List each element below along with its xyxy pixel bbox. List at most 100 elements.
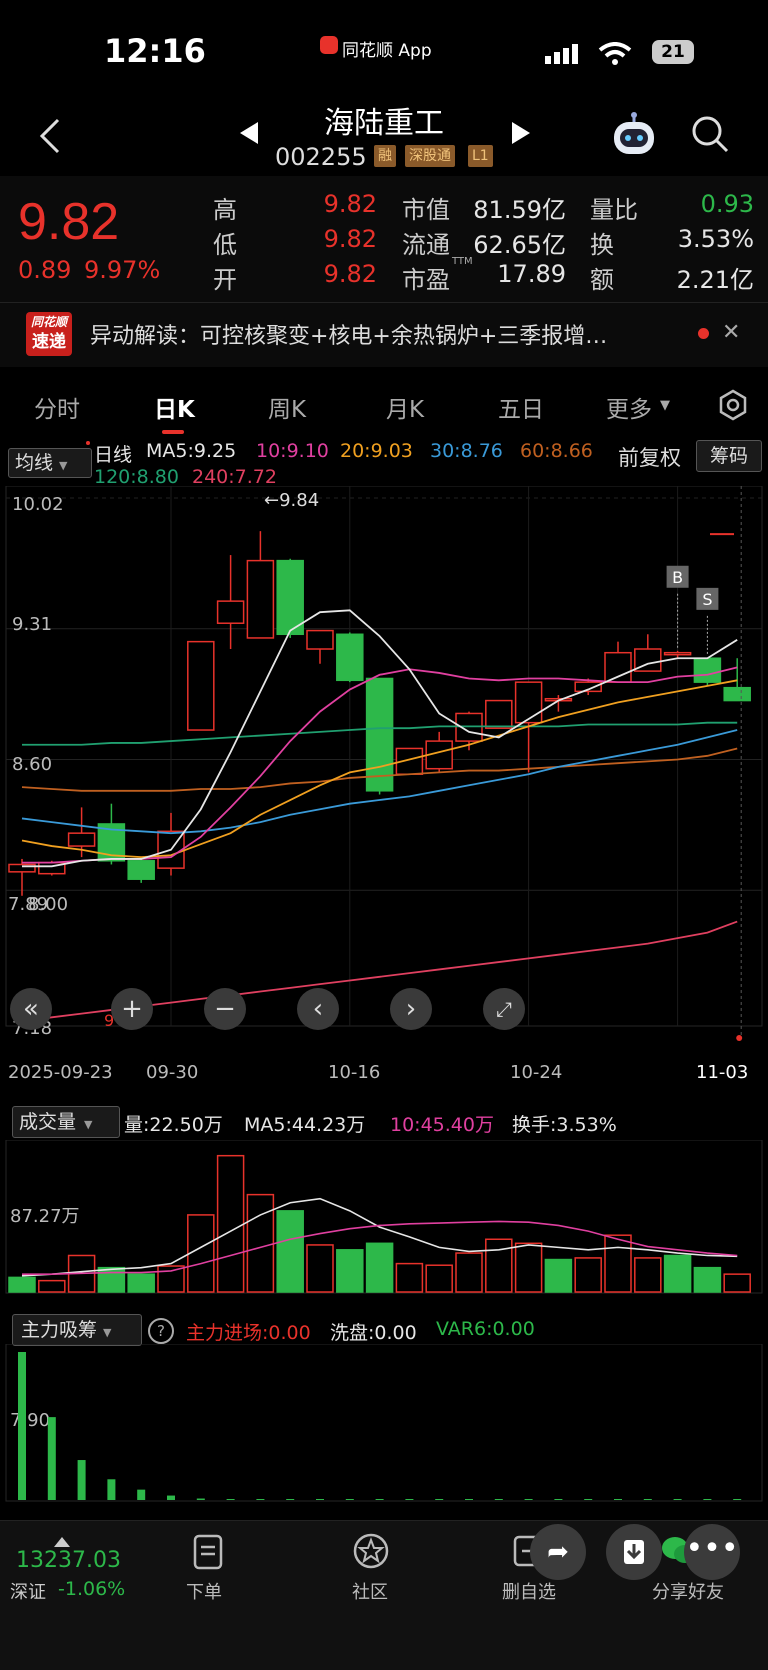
- tab-more[interactable]: 更多: [606, 390, 652, 424]
- sub-bar: [47, 1417, 56, 1500]
- volume-bar: [634, 1257, 662, 1293]
- volume-bar: [455, 1252, 483, 1293]
- date-axis-start: 2025-09-23: [8, 1062, 113, 1083]
- share-label[interactable]: 分享好友: [652, 1578, 724, 1604]
- tab-weekly-k[interactable]: 周K: [268, 390, 306, 424]
- candle-body: [693, 657, 722, 683]
- candle-body: [276, 559, 304, 636]
- volume-bar: [97, 1266, 126, 1293]
- news-badge-top: 同花顺: [30, 315, 67, 329]
- tab-monthly-k[interactable]: 月K: [386, 390, 424, 424]
- wifi-icon: [598, 42, 632, 66]
- kline-chart[interactable]: BS9: [0, 486, 768, 1046]
- date-axis-2: 09-30: [146, 1062, 199, 1083]
- price-axis-mid1: 9.31: [12, 614, 53, 635]
- candle-body: [306, 629, 334, 650]
- sub-bar: [345, 1499, 354, 1500]
- amount-value: 2.21亿: [676, 266, 754, 294]
- volume-bar: [663, 1254, 692, 1293]
- tab-timeshare[interactable]: 分时: [34, 390, 80, 424]
- sub-bar: [375, 1499, 384, 1500]
- period-label: 日线: [94, 444, 133, 466]
- chips-button[interactable]: 筹码: [696, 440, 762, 472]
- candle-body: [485, 699, 513, 729]
- sub-indicator-label: 主力吸筹: [21, 1319, 98, 1341]
- max-price-label: ←9.84: [264, 490, 320, 511]
- chevron-down-icon: ▼: [103, 1326, 112, 1339]
- sub-frame: [5, 1344, 763, 1502]
- price-axis-low: 8.00: [28, 894, 69, 915]
- candle-body: [127, 860, 155, 880]
- indicator-select[interactable]: 均线 ▼: [8, 448, 92, 478]
- volume-value: 量:22.50万: [124, 1114, 223, 1136]
- expand-up-icon[interactable]: [54, 1532, 70, 1547]
- open-value: 9.82: [323, 260, 377, 288]
- candle-body: [216, 600, 245, 624]
- index-value[interactable]: 13237.03: [16, 1548, 121, 1573]
- download-icon[interactable]: [606, 1524, 662, 1580]
- community-label[interactable]: 社区: [352, 1578, 388, 1604]
- volume-indicator-select[interactable]: 成交量 ▼: [12, 1106, 120, 1138]
- close-icon[interactable]: ✕: [722, 320, 740, 345]
- robot-assistant-icon[interactable]: [610, 112, 658, 158]
- news-badge-bottom: 速递: [32, 332, 66, 352]
- order-icon[interactable]: [192, 1534, 226, 1572]
- buy-marker-label: B: [672, 568, 683, 587]
- tab-daily-k[interactable]: 日K: [154, 390, 195, 424]
- scroll-left-icon[interactable]: ‹: [297, 988, 339, 1030]
- volume-bar: [574, 1257, 602, 1293]
- tab-five-day[interactable]: 五日: [498, 390, 544, 424]
- tag-level: L1: [468, 145, 493, 167]
- volume-ma5: MA5:44.23万: [244, 1114, 366, 1136]
- zoom-out-icon[interactable]: −: [204, 988, 246, 1030]
- mcap-label: 市值: [402, 196, 450, 224]
- order-label[interactable]: 下单: [186, 1578, 222, 1604]
- zoom-in-icon[interactable]: +: [111, 988, 153, 1030]
- sub-indicator-select[interactable]: 主力吸筹 ▼: [12, 1314, 142, 1346]
- sub-bar: [226, 1499, 235, 1500]
- price-change: 0.89: [18, 256, 72, 284]
- ma10-label: 10:9.10: [256, 440, 329, 462]
- remove-fav-label[interactable]: 删自选: [502, 1578, 556, 1604]
- candle-body: [187, 640, 215, 731]
- sub-bar: [524, 1499, 533, 1500]
- volume-bar: [276, 1210, 304, 1293]
- sub-bar: [643, 1499, 652, 1500]
- next-stock-icon[interactable]: [510, 120, 532, 146]
- sub-indicator-chart[interactable]: [0, 1344, 768, 1504]
- community-icon[interactable]: [352, 1532, 390, 1570]
- index-name: 深证: [10, 1582, 46, 1603]
- sub-bar: [465, 1499, 473, 1500]
- price-change-pct: 9.97%: [84, 256, 161, 284]
- scroll-right-icon[interactable]: ›: [390, 988, 432, 1030]
- more-options-icon[interactable]: •••: [684, 1524, 740, 1580]
- sub-bar: [286, 1499, 295, 1500]
- low-label: 低: [213, 231, 237, 259]
- fullscreen-icon[interactable]: ⤢: [483, 988, 525, 1030]
- volume-bar: [395, 1262, 424, 1293]
- volume-bar: [723, 1273, 751, 1293]
- sub-bar: [256, 1499, 265, 1500]
- sub-bar: [554, 1499, 563, 1500]
- main-in-label: 主力进场:0.00: [186, 1322, 311, 1344]
- chevron-down-icon: ▼: [84, 1118, 93, 1131]
- indicator-select-label: 均线: [15, 452, 54, 474]
- signal-icon: [545, 44, 581, 64]
- mcap-value: 81.59亿: [473, 196, 566, 224]
- settings-icon[interactable]: [716, 388, 750, 422]
- status-time: 12:16: [104, 32, 206, 70]
- date-axis-3: 10-16: [328, 1062, 381, 1083]
- stock-code: 002255: [275, 143, 367, 171]
- adjust-mode-button[interactable]: 前复权: [618, 442, 681, 472]
- news-text[interactable]: 异动解读：可控核聚变+核电+余热锅炉+三季报增…: [90, 318, 607, 350]
- volume-chart[interactable]: [0, 1140, 768, 1300]
- ma60-label: 60:8.66: [520, 440, 593, 462]
- search-icon[interactable]: [690, 114, 730, 154]
- ma5-label: MA5:9.25: [146, 440, 237, 462]
- volume-bar: [485, 1238, 513, 1293]
- help-icon[interactable]: ?: [148, 1318, 174, 1344]
- share-arrow-icon[interactable]: ➦: [530, 1524, 586, 1580]
- candle-body: [663, 651, 692, 656]
- zoom-out-full-icon[interactable]: «: [10, 988, 52, 1030]
- high-value: 9.82: [323, 190, 377, 218]
